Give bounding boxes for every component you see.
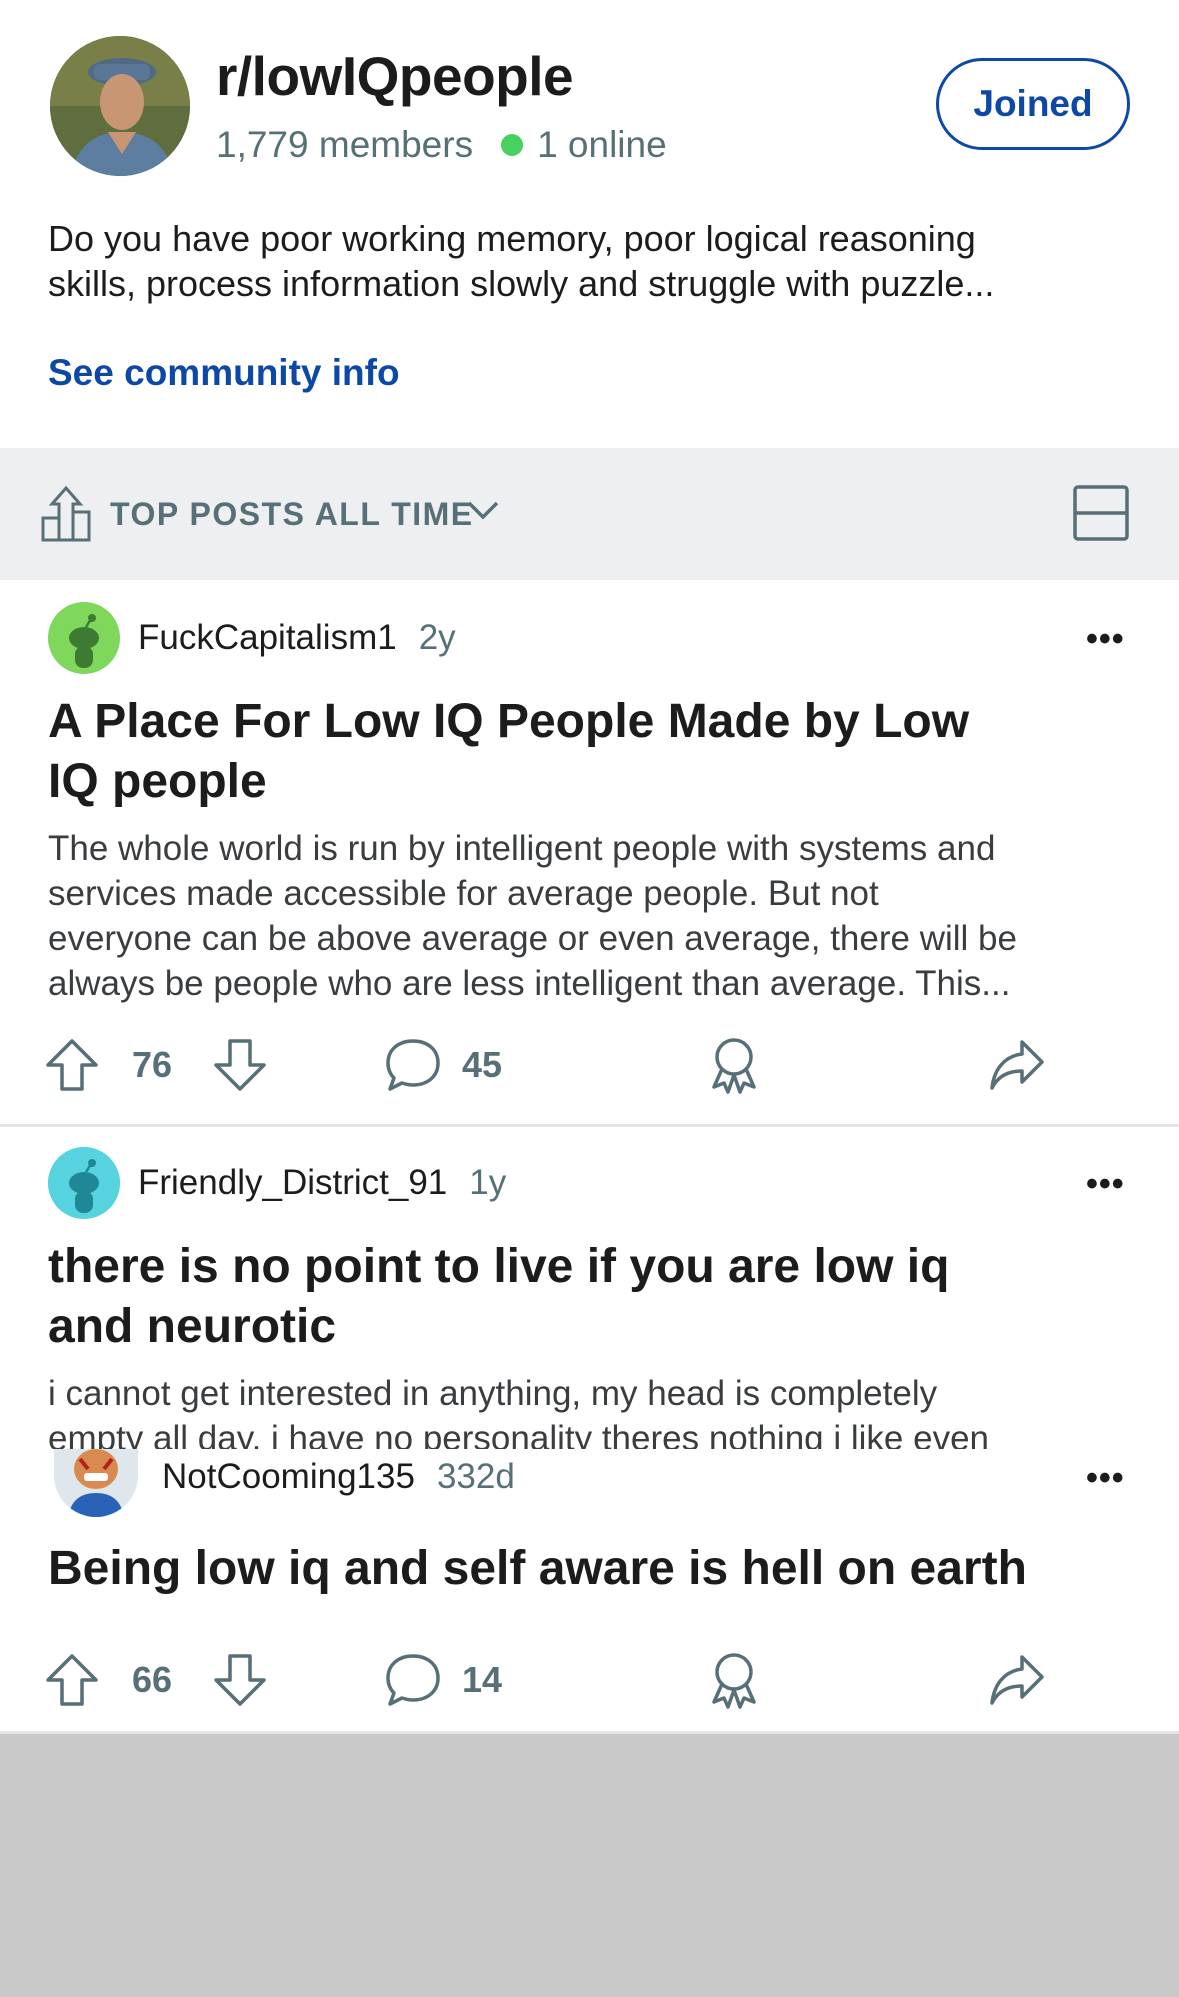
post-card[interactable]: FuckCapitalism1 2y ••• A Place For Low I… <box>0 580 1179 1124</box>
upvote-icon[interactable] <box>44 1030 100 1100</box>
share-icon[interactable] <box>988 1030 1046 1100</box>
rank-icon[interactable] <box>40 484 92 544</box>
more-options-icon[interactable]: ••• <box>1086 620 1125 659</box>
subreddit-description: Do you have poor working memory, poor lo… <box>48 216 1138 306</box>
post-body-line: empty all day. i have no personality the… <box>48 1419 990 1449</box>
comment-icon[interactable] <box>384 1030 442 1100</box>
vote-count: 66 <box>132 1659 173 1700</box>
post-card[interactable]: NotCooming135 332d ••• Being low iq and … <box>0 1449 1179 1731</box>
subreddit-name: r/lowIQpeople <box>216 45 574 107</box>
post-title[interactable]: A Place For Low IQ People Made by Low IQ… <box>48 692 1058 812</box>
post-author-line[interactable]: Friendly_District_91 1y <box>138 1163 506 1203</box>
comment-icon[interactable] <box>384 1645 442 1715</box>
post-body-line: services made accessible for average peo… <box>48 874 879 913</box>
subreddit-stats: 1,779 members 1 online <box>216 124 667 166</box>
post-author[interactable]: NotCooming135 <box>162 1457 415 1497</box>
post-title-line: there is no point to live if you are low… <box>48 1240 950 1293</box>
subreddit-avatar[interactable] <box>50 36 190 176</box>
post-body[interactable]: The whole world is run by intelligent pe… <box>48 826 1138 1006</box>
sort-bar: TOP POSTS ALL TIME <box>0 448 1179 580</box>
comment-count: 14 <box>462 1659 503 1700</box>
user-avatar[interactable] <box>48 1147 120 1219</box>
upvote-icon[interactable] <box>44 1645 100 1715</box>
post-body-line: always be people who are less intelligen… <box>48 964 1011 1003</box>
post-body[interactable]: i cannot get interested in anything, my … <box>48 1371 1138 1449</box>
user-avatar[interactable] <box>54 1449 138 1517</box>
description-line: Do you have poor working memory, poor lo… <box>48 218 976 259</box>
post-actions: 66 14 <box>0 1645 1179 1715</box>
post-body-line: The whole world is run by intelligent pe… <box>48 829 996 868</box>
more-options-icon[interactable]: ••• <box>1086 1459 1125 1498</box>
post-age: 2y <box>418 618 456 657</box>
post-author-line[interactable]: NotCooming135 332d <box>162 1457 515 1497</box>
sort-label[interactable]: TOP POSTS ALL TIME <box>110 496 474 533</box>
description-line: skills, process information slowly and s… <box>48 263 995 304</box>
downvote-icon[interactable] <box>212 1645 268 1715</box>
online-dot-icon <box>501 134 524 156</box>
comment-count: 45 <box>462 1044 503 1085</box>
post-title[interactable]: there is no point to live if you are low… <box>48 1237 1058 1357</box>
award-icon[interactable] <box>706 1030 762 1100</box>
chevron-down-icon[interactable] <box>466 498 500 522</box>
more-options-icon[interactable]: ••• <box>1086 1165 1125 1204</box>
post-author-line[interactable]: FuckCapitalism1 2y <box>138 618 456 658</box>
post-author[interactable]: Friendly_District_91 <box>138 1163 447 1203</box>
online-count: 1 online <box>537 124 667 165</box>
subreddit-header: r/lowIQpeople 1,779 members 1 online Joi… <box>0 0 1179 448</box>
user-avatar[interactable] <box>48 602 120 674</box>
vote-count: 76 <box>132 1044 173 1085</box>
post-title-line: and neurotic <box>48 1300 337 1353</box>
post-age: 1y <box>469 1163 507 1202</box>
empty-overlay-area <box>0 1734 1179 1997</box>
post-age: 332d <box>436 1457 515 1496</box>
post-body-line: everyone can be above average or even av… <box>48 919 1017 958</box>
post-title-line: IQ people <box>48 755 267 808</box>
joined-button[interactable]: Joined <box>936 58 1130 150</box>
award-icon[interactable] <box>706 1645 762 1715</box>
member-count: 1,779 members <box>216 124 474 165</box>
downvote-icon[interactable] <box>212 1030 268 1100</box>
share-icon[interactable] <box>988 1645 1046 1715</box>
post-title-line: Being low iq and self aware is hell on e… <box>48 1542 1027 1595</box>
post-title-line: A Place For Low IQ People Made by Low <box>48 695 970 748</box>
post-card[interactable]: Friendly_District_91 1y ••• there is no … <box>0 1127 1179 1449</box>
post-actions: 76 45 <box>0 1030 1179 1100</box>
see-community-info-link[interactable]: See community info <box>48 352 400 394</box>
card-layout-icon[interactable] <box>1072 484 1130 542</box>
post-body-line: i cannot get interested in anything, my … <box>48 1374 938 1413</box>
post-author[interactable]: FuckCapitalism1 <box>138 618 397 658</box>
post-title[interactable]: Being low iq and self aware is hell on e… <box>48 1539 1148 1599</box>
